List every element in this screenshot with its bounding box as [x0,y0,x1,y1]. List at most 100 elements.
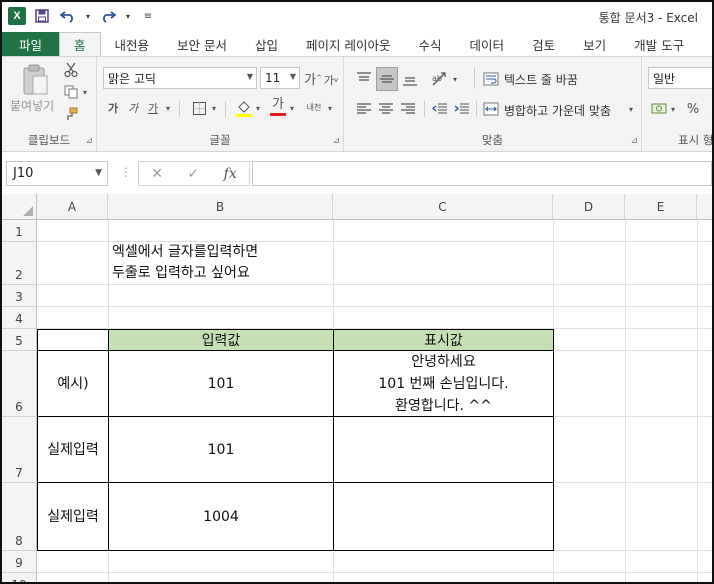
align-bottom-icon[interactable] [400,69,420,89]
tab-insert[interactable]: 삽입 [241,32,292,56]
undo-dropdown-icon[interactable]: ▾ [84,6,92,26]
fill-color-icon[interactable] [235,97,253,119]
alignment-launcher-icon[interactable]: ⊿ [630,136,638,146]
tab-data[interactable]: 데이터 [456,32,519,56]
align-left-icon[interactable] [354,99,374,119]
copy-icon[interactable] [62,83,80,101]
phonetic-dropdown-icon[interactable]: ▾ [325,99,335,117]
column-header-b[interactable]: B [108,194,333,220]
column-header-e[interactable]: E [625,194,697,220]
row-header-9[interactable]: 9 [2,551,37,573]
select-all-button[interactable] [2,194,37,220]
row-header-10[interactable]: 10 [2,573,37,582]
name-box[interactable]: J10 ▼ [6,161,108,186]
column-header-c[interactable]: C [333,194,553,220]
cancel-icon[interactable]: ✕ [151,166,163,182]
cell-a6[interactable]: 예시) [37,350,109,417]
cell-c7[interactable] [333,416,554,483]
cut-icon[interactable] [62,61,80,79]
row-header-2[interactable]: 2 [2,242,37,285]
font-size-dropdown-icon[interactable]: ▼ [290,72,296,81]
formula-bar-splitter-icon[interactable]: ⋮ [120,165,132,179]
fill-color-dropdown-icon[interactable]: ▾ [253,99,263,117]
copy-dropdown-icon[interactable]: ▾ [80,83,90,101]
paste-icon[interactable] [18,63,52,97]
cell-c6[interactable]: 안녕하세요 101 번째 손님입니다. 환영합니다. ^^ [333,350,554,417]
cell-b7[interactable]: 101 [108,416,334,483]
tab-formulas[interactable]: 수식 [405,32,456,56]
merge-center-dropdown-icon[interactable]: ▾ [626,99,636,119]
cell-b2[interactable]: 엑셀에서 글자를입력하면 두줄로 입력하고 싶어요 [112,242,258,284]
row-header-3[interactable]: 3 [2,285,37,307]
undo-icon[interactable] [58,6,78,26]
cell-a7[interactable]: 실제입력 [37,416,109,483]
row-header-4[interactable]: 4 [2,307,37,329]
clipboard-launcher-icon[interactable]: ⊿ [85,136,93,146]
redo-icon[interactable] [98,6,118,26]
column-header-a[interactable]: A [37,194,108,220]
row-header-8[interactable]: 8 [2,483,37,551]
tab-developer[interactable]: 개발 도구 [620,32,698,56]
column-header-d[interactable]: D [553,194,625,220]
font-color-dropdown-icon[interactable]: ▾ [287,99,297,117]
tab-secure-document[interactable]: 보안 문서 [163,32,241,56]
borders-icon[interactable] [191,99,207,117]
font-name-dropdown-icon[interactable]: ▼ [247,72,253,81]
accounting-format-icon[interactable] [650,99,668,119]
orientation-dropdown-icon[interactable]: ▾ [450,69,460,89]
enter-icon[interactable]: ✓ [187,166,199,182]
tab-file[interactable]: 파일 [2,32,60,56]
tab-review[interactable]: 검토 [518,32,569,56]
wrap-text-button[interactable]: 텍스트 줄 바꿈 [504,71,578,88]
merge-center-icon[interactable] [482,99,500,119]
cell-a8[interactable]: 실제입력 [37,482,109,551]
underline-button[interactable]: 가 [145,99,161,117]
customize-qat-icon[interactable]: ≡ [138,6,158,26]
align-center-icon[interactable] [376,99,396,119]
wrap-text-icon[interactable] [482,69,500,89]
decrease-font-size-icon[interactable]: 가v [323,71,339,89]
font-color-icon[interactable]: 가 [269,95,287,117]
tab-page-layout[interactable]: 페이지 레이아웃 [292,32,404,56]
row-header-6[interactable]: 6 [2,351,37,417]
cell-b6[interactable]: 101 [108,350,334,417]
cell-b5[interactable]: 입력값 [108,329,334,351]
redo-dropdown-icon[interactable]: ▾ [124,6,132,26]
name-box-dropdown-icon[interactable]: ▼ [95,168,102,178]
percent-style-button[interactable]: % [684,99,702,119]
align-right-icon[interactable] [398,99,418,119]
phonetic-guide-icon[interactable]: 내천 [303,97,325,117]
column-header-f-partial[interactable] [697,194,712,220]
save-icon[interactable] [32,6,52,26]
align-middle-icon[interactable] [376,67,398,91]
font-launcher-icon[interactable]: ⊿ [332,136,340,146]
row-header-5[interactable]: 5 [2,329,37,351]
bold-button[interactable]: 가 [105,99,121,117]
paste-button-label[interactable]: 붙여넣기 [10,97,54,114]
merge-center-button[interactable]: 병합하고 가운데 맞춤 [504,102,611,119]
row-header-1[interactable]: 1 [2,220,37,242]
font-size-combo[interactable]: 11 ▼ [260,67,300,89]
underline-dropdown-icon[interactable]: ▾ [163,99,173,117]
tab-home[interactable]: 홈 [59,32,101,56]
borders-dropdown-icon[interactable]: ▾ [209,99,219,117]
format-painter-icon[interactable] [62,105,80,123]
orientation-icon[interactable]: ab [430,69,450,89]
accounting-dropdown-icon[interactable]: ▾ [668,99,678,119]
tab-view[interactable]: 보기 [569,32,620,56]
tab-my-use[interactable]: 내전용 [101,32,164,56]
cell-c8[interactable] [333,482,554,551]
decrease-indent-icon[interactable] [430,99,450,119]
cell-a5[interactable] [37,329,109,351]
row-header-7[interactable]: 7 [2,417,37,483]
cell-c5[interactable]: 표시값 [333,329,554,351]
number-format-combo[interactable]: 일반 [648,67,712,89]
comma-style-icon[interactable]: , [704,99,712,119]
insert-function-icon[interactable]: fx [224,166,237,182]
italic-button[interactable]: 가 [125,99,141,117]
increase-indent-icon[interactable] [452,99,472,119]
increase-font-size-icon[interactable]: 가 ^ [304,69,322,88]
formula-input[interactable] [252,161,712,186]
cell-b8[interactable]: 1004 [108,482,334,551]
align-top-icon[interactable] [354,69,374,89]
